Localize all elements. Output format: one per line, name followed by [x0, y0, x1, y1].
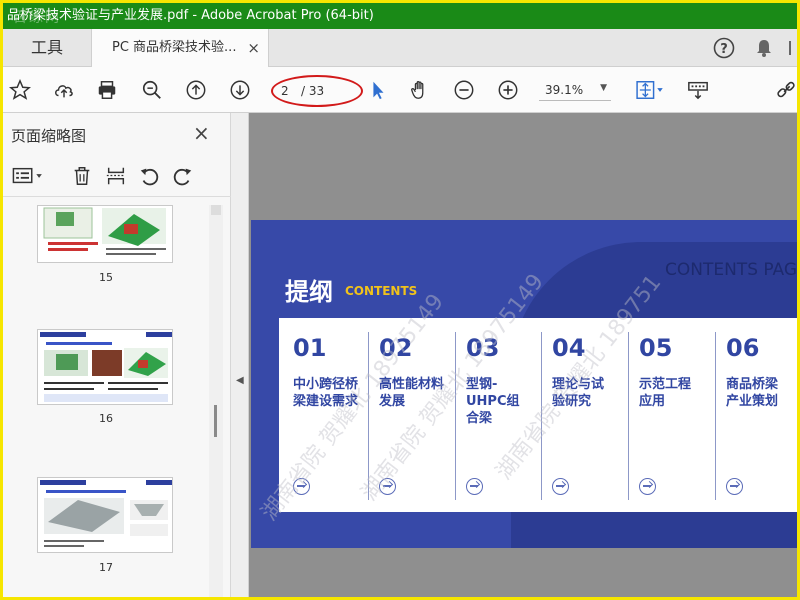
arrow-right-circle-icon — [726, 478, 743, 495]
item-text: 型钢-UHPC组合梁 — [466, 377, 520, 426]
contents-item-06: 06 商品桥梁产业策划 — [726, 334, 797, 504]
zoom-level-value: 39.1% — [545, 83, 584, 97]
item-number: 02 — [379, 334, 413, 362]
divider — [541, 332, 542, 500]
slide-heading: 提纲 — [285, 278, 333, 306]
item-text: 商品桥梁产业策划 — [726, 377, 779, 409]
highlight-oval-annotation — [271, 75, 363, 107]
thumbnails-panel: 页面缩略图 × 15 16 17 — [3, 113, 231, 597]
arrow-right-circle-icon — [293, 478, 310, 495]
tab-document[interactable]: PC 商品桥梁技术验... × — [91, 29, 269, 67]
contents-item-05: 05 示范工程应用 — [639, 334, 725, 504]
item-number: 04 — [552, 334, 586, 362]
contents-item-01: 01 中小跨径桥梁建设需求 — [293, 334, 379, 504]
thumbnail-label-15: 15 — [99, 271, 113, 284]
fit-page-icon[interactable] — [631, 77, 667, 103]
thumbnail-list: 15 16 17 — [3, 199, 209, 597]
star-icon[interactable] — [7, 77, 33, 103]
item-number: 06 — [726, 334, 760, 362]
item-text: 理论与试验研究 — [552, 377, 605, 409]
arrow-right-circle-icon — [466, 478, 483, 495]
keyboard-icon[interactable] — [685, 77, 711, 103]
thumbnail-toolbar — [3, 157, 231, 197]
undo-icon[interactable] — [138, 165, 162, 189]
hand-icon[interactable] — [407, 77, 433, 103]
thumbnail-page-17[interactable] — [37, 477, 173, 553]
thumbnail-scrollbar[interactable] — [209, 205, 223, 597]
pdf-page-slide: CONTENTS PAG 提纲 CONTENTS 01 中小跨径桥梁建设需求 0… — [251, 220, 797, 548]
thumbnail-label-16: 16 — [99, 412, 113, 425]
thumbnail-options-icon[interactable] — [11, 165, 47, 189]
print-icon[interactable] — [94, 77, 120, 103]
scrollbar-thumb[interactable] — [214, 405, 217, 437]
tab-tools[interactable]: 工具 — [3, 29, 91, 67]
item-number: 03 — [466, 334, 500, 362]
divider — [455, 332, 456, 500]
window-title: 品桥梁技术验证与产业发展.pdf - Adobe Acrobat Pro (64… — [7, 8, 374, 23]
contents-item-02: 02 高性能材料发展 — [379, 334, 465, 504]
slide-contents-page-text: CONTENTS PAG — [665, 260, 797, 280]
close-panel-icon[interactable]: × — [193, 121, 210, 145]
item-text: 中小跨径桥梁建设需求 — [293, 377, 359, 409]
zoom-level-select[interactable]: 39.1% ▼ — [539, 81, 611, 101]
collapse-panel-icon[interactable]: ◀ — [236, 375, 244, 386]
close-tab-icon[interactable]: × — [247, 29, 260, 67]
arrow-right-circle-icon — [379, 478, 396, 495]
extract-icon[interactable] — [105, 165, 129, 189]
thumbnail-page-15[interactable] — [37, 205, 173, 263]
app-window: 品桥梁技术验证与产业发展.pdf - Adobe Acrobat Pro (64… — [0, 0, 800, 600]
divider — [628, 332, 629, 500]
page-number-box[interactable]: 2 / 33 — [271, 75, 363, 107]
item-text: 高性能材料发展 — [379, 377, 445, 409]
panel-title: 页面缩略图 — [11, 127, 87, 145]
slide-subheading: CONTENTS — [345, 284, 418, 298]
help-icon[interactable]: ? — [713, 37, 735, 59]
arrow-right-circle-icon — [639, 478, 656, 495]
zoom-out-icon[interactable] — [451, 77, 477, 103]
window-title-bar: 品桥梁技术验证与产业发展.pdf - Adobe Acrobat Pro (64… — [3, 3, 797, 29]
svg-text:?: ? — [720, 42, 728, 57]
scroll-up-button[interactable] — [211, 205, 221, 215]
contents-item-03: 03 型钢-UHPC组合梁 — [466, 334, 552, 504]
divider — [368, 332, 369, 500]
select-cursor-icon[interactable] — [365, 77, 391, 103]
panel-splitter[interactable]: ◀ — [231, 113, 249, 597]
bell-icon[interactable] — [753, 37, 775, 59]
main-toolbar: 2 / 33 39.1% ▼ — [3, 67, 797, 113]
overflow-menu-icon[interactable] — [787, 37, 797, 59]
delete-icon[interactable] — [71, 165, 95, 189]
chevron-down-icon: ▼ — [600, 83, 607, 93]
cloud-upload-icon[interactable] — [51, 77, 77, 103]
divider — [715, 332, 716, 500]
arrow-down-circle-icon[interactable] — [227, 77, 253, 103]
thumbnail-label-17: 17 — [99, 561, 113, 574]
zoom-search-icon[interactable] — [139, 77, 165, 103]
document-view[interactable]: CONTENTS PAG 提纲 CONTENTS 01 中小跨径桥梁建设需求 0… — [249, 113, 797, 597]
contents-panel: 01 中小跨径桥梁建设需求 02 高性能材料发展 03 型钢-UHPC组合梁 0… — [279, 318, 797, 512]
item-text: 示范工程应用 — [639, 377, 692, 409]
zoom-in-icon[interactable] — [495, 77, 521, 103]
redo-icon[interactable] — [172, 165, 196, 189]
arrow-up-circle-icon[interactable] — [183, 77, 209, 103]
link-icon[interactable] — [773, 77, 797, 103]
thumbnail-page-16[interactable] — [37, 329, 173, 405]
contents-item-04: 04 理论与试验研究 — [552, 334, 638, 504]
tab-bar: 工具 PC 商品桥梁技术验... × ? — [3, 29, 797, 67]
item-number: 01 — [293, 334, 327, 362]
arrow-right-circle-icon — [552, 478, 569, 495]
tab-document-label: PC 商品桥梁技术验... — [112, 40, 237, 55]
site-watermark: 百练网 — [13, 10, 61, 26]
item-number: 05 — [639, 334, 673, 362]
